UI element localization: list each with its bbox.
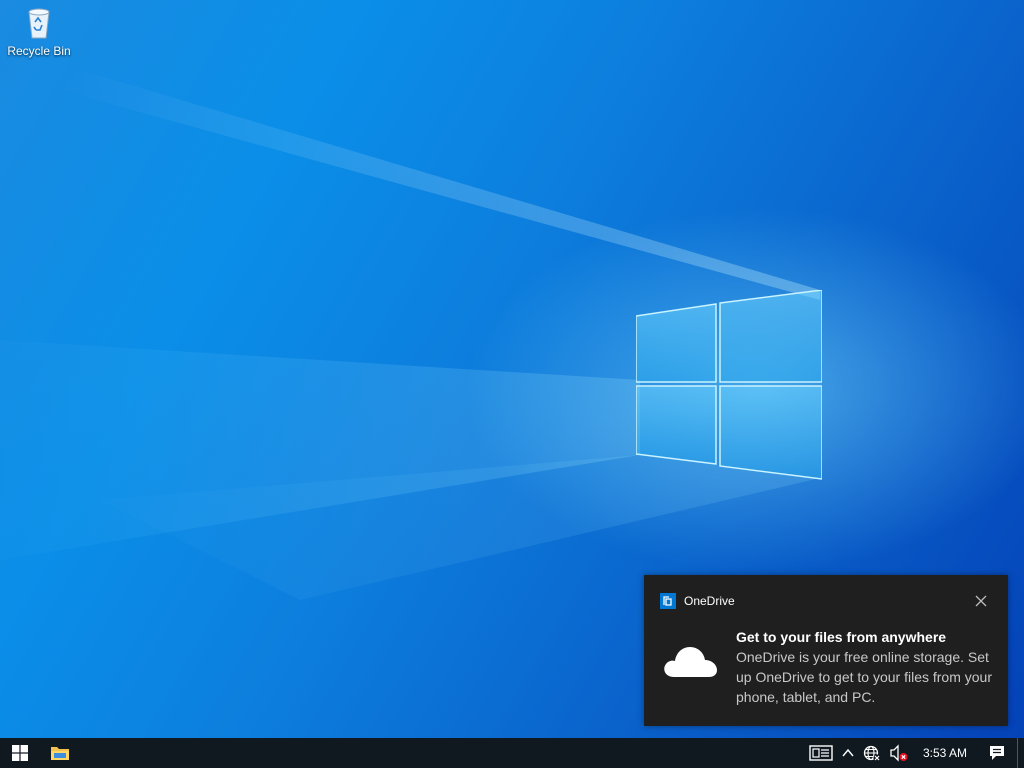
- action-center-button[interactable]: [977, 738, 1017, 768]
- toast-message: OneDrive is your free online storage. Se…: [736, 649, 992, 705]
- taskbar-clock[interactable]: 3:53 AM: [913, 746, 977, 760]
- desktop-icon-recycle-bin[interactable]: Recycle Bin: [4, 6, 74, 58]
- onedrive-app-icon: [660, 593, 676, 609]
- windows-wallpaper-logo: [636, 290, 822, 480]
- taskbar-file-explorer[interactable]: [40, 738, 80, 768]
- show-hidden-icons-button[interactable]: [837, 738, 859, 768]
- volume-muted-icon: [890, 744, 908, 762]
- news-and-interests-icon: [809, 745, 833, 761]
- windows-logo-icon: [12, 745, 28, 761]
- recycle-bin-icon: [28, 8, 50, 39]
- show-desktop-button[interactable]: [1017, 738, 1024, 768]
- toast-content: Get to your files from anywhere OneDrive…: [736, 627, 998, 707]
- toast-header: OneDrive: [660, 593, 735, 609]
- system-tray: 3:53 AM: [805, 738, 1024, 768]
- onedrive-notification-toast[interactable]: OneDrive Get to your files from anywhere…: [644, 575, 1008, 726]
- toast-title: Get to your files from anywhere: [736, 629, 947, 645]
- cloud-icon: [664, 647, 717, 677]
- volume-button[interactable]: [885, 738, 913, 768]
- taskbar: 3:53 AM: [0, 738, 1024, 768]
- network-globe-icon: [863, 745, 881, 762]
- desktop-icon-label: Recycle Bin: [7, 44, 71, 58]
- start-button[interactable]: [0, 738, 40, 768]
- desktop: Recycle Bin OneDrive Get to your files f…: [0, 0, 1024, 738]
- chevron-up-icon: [842, 748, 854, 757]
- action-center-icon: [990, 746, 1004, 760]
- toast-app-name: OneDrive: [684, 594, 735, 608]
- network-button[interactable]: [859, 738, 885, 768]
- news-and-interests-button[interactable]: [805, 738, 837, 768]
- file-explorer-icon: [51, 747, 69, 760]
- close-icon[interactable]: [974, 594, 988, 608]
